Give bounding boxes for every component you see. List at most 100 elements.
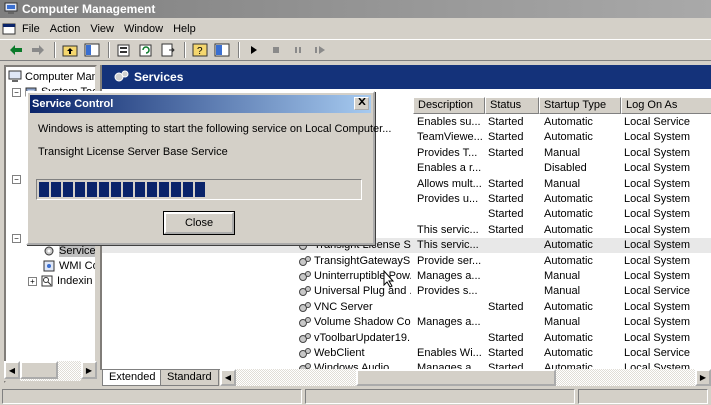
service-status-cell <box>488 254 538 269</box>
help-button[interactable]: ? <box>190 41 210 59</box>
service-row[interactable]: WebClient Enables Wi... Started Automatic Lo… <box>102 346 711 361</box>
service-description-cell: Provides T... <box>417 146 483 161</box>
status-panel <box>305 389 575 404</box>
services-gear-icon <box>44 246 54 256</box>
status-bar <box>0 388 711 405</box>
services-gears-icon <box>114 70 129 82</box>
tree-item-services[interactable]: Service <box>42 243 95 259</box>
service-row[interactable]: Universal Plug and ... Provides s... Manua… <box>102 284 711 299</box>
service-description-cell: This servic... <box>417 238 483 253</box>
service-logon-cell: Local System <box>624 161 710 176</box>
cell-text: Uninterruptible Pow... <box>314 270 411 282</box>
scroll-track[interactable] <box>236 369 695 386</box>
menu-view[interactable]: View <box>88 23 122 35</box>
service-description-cell: Enables a r... <box>417 161 483 176</box>
column-header-status[interactable]: Status <box>485 97 539 114</box>
service-row[interactable]: Volume Shadow Copy Manages a... Manual Loca… <box>102 315 711 330</box>
service-row[interactable]: VNC Server Started Automatic Local System <box>102 300 711 315</box>
service-logon-cell: Local System <box>624 300 710 315</box>
cell-text: Manages a... <box>417 270 481 282</box>
cell-text: Local System <box>624 270 691 282</box>
service-status-cell <box>488 284 538 299</box>
cell-text: Automatic <box>544 193 593 205</box>
column-header-log-on-as[interactable]: Log On As <box>621 97 711 114</box>
tree-label: Indexin <box>57 275 93 287</box>
tree-horizontal-scrollbar[interactable]: ◀ ▶ <box>4 361 97 381</box>
dialog-message: Windows is attempting to start the follo… <box>38 123 392 135</box>
restart-service-button[interactable] <box>310 41 330 59</box>
cell-text: Manual <box>544 177 581 190</box>
cell-text: Local Service <box>624 347 691 359</box>
column-header-description[interactable]: Description <box>413 97 485 114</box>
scroll-right-button[interactable]: ▶ <box>81 361 97 379</box>
collapse-expander[interactable]: − <box>12 174 21 184</box>
service-startup-cell: Automatic <box>544 223 620 238</box>
cell-text: TeamViewe... <box>417 131 483 144</box>
up-one-level-button[interactable] <box>60 41 80 59</box>
cell-text: WebClient <box>314 347 365 359</box>
column-header-startup-type[interactable]: Startup Type <box>539 97 621 114</box>
mmc-system-menu-icon[interactable] <box>2 22 16 36</box>
tree-item-indexing-service[interactable]: + Indexin <box>28 273 92 289</box>
cell-text: Provides T... <box>417 146 478 159</box>
cell-text: Local System <box>624 239 691 252</box>
scroll-thumb[interactable] <box>356 369 556 386</box>
scroll-thumb[interactable] <box>20 361 58 379</box>
cell-text: Provides u... <box>417 193 479 205</box>
tree-item-computer-management[interactable]: Computer Mana <box>8 69 95 85</box>
tab-standard[interactable]: Standard <box>160 370 219 386</box>
cell-text: Local System <box>624 177 691 190</box>
start-service-button[interactable] <box>244 41 264 59</box>
cell-text: TransightGatewayS... <box>314 254 411 267</box>
help-icon: ? <box>192 43 208 57</box>
stop-service-button[interactable] <box>266 41 286 59</box>
cell-text: This servic... <box>417 223 479 236</box>
properties-button[interactable] <box>114 41 134 59</box>
service-logon-cell: Local System <box>624 207 710 222</box>
export-list-button[interactable] <box>158 41 178 59</box>
services-horizontal-scrollbar[interactable]: ◀ ▶ <box>220 369 711 386</box>
tab-extended[interactable]: Extended <box>102 370 163 386</box>
scroll-track[interactable] <box>20 361 81 381</box>
toolbar: ? <box>0 39 711 61</box>
menu-window[interactable]: Window <box>122 23 171 35</box>
tree-item-wmi-control[interactable]: WMI Co <box>42 258 95 274</box>
dialog-close-button[interactable] <box>354 97 369 110</box>
service-row[interactable]: vToolbarUpdater19.... Started Automatic Loc… <box>102 331 711 346</box>
service-row[interactable]: Uninterruptible Pow... Manages a... Manual… <box>102 269 711 284</box>
window-titlebar: Computer Management <box>0 0 711 18</box>
refresh-button[interactable] <box>136 41 156 59</box>
service-logon-cell: Local System <box>624 254 710 269</box>
pause-service-button[interactable] <box>288 41 308 59</box>
service-gear-icon <box>299 271 311 282</box>
computer-management-icon <box>8 70 22 82</box>
service-status-cell: Started <box>488 146 538 161</box>
menu-file[interactable]: File <box>20 23 48 35</box>
show-description-button[interactable] <box>212 41 232 59</box>
service-status-cell <box>488 315 538 330</box>
collapse-expander[interactable]: − <box>12 233 21 243</box>
expand-expander[interactable]: + <box>28 276 37 286</box>
collapse-expander[interactable]: − <box>12 87 21 97</box>
menu-help[interactable]: Help <box>171 23 204 35</box>
service-status-cell: Started <box>488 130 538 145</box>
forward-button[interactable] <box>28 41 48 59</box>
service-status-cell <box>488 161 538 176</box>
service-gear-icon <box>299 286 311 297</box>
service-name-cell: vToolbarUpdater19.... <box>298 331 411 346</box>
service-gear-icon <box>299 332 311 343</box>
menu-action[interactable]: Action <box>48 23 89 35</box>
service-logon-cell: Local System <box>624 315 710 330</box>
description-pane-icon <box>214 43 230 57</box>
menubar: File Action View Window Help <box>0 19 711 38</box>
scroll-left-button[interactable]: ◀ <box>4 361 20 379</box>
close-button[interactable]: Close <box>163 211 235 235</box>
forward-arrow-icon <box>32 45 44 55</box>
scroll-left-button[interactable]: ◀ <box>220 369 236 386</box>
back-button[interactable] <box>6 41 26 59</box>
scroll-right-button[interactable]: ▶ <box>695 369 711 386</box>
service-startup-cell: Automatic <box>544 238 620 253</box>
cell-text: Started <box>488 208 524 221</box>
show-hide-tree-button[interactable] <box>82 41 102 59</box>
service-row[interactable]: TransightGatewayS... Provide ser... Automa… <box>102 254 711 269</box>
